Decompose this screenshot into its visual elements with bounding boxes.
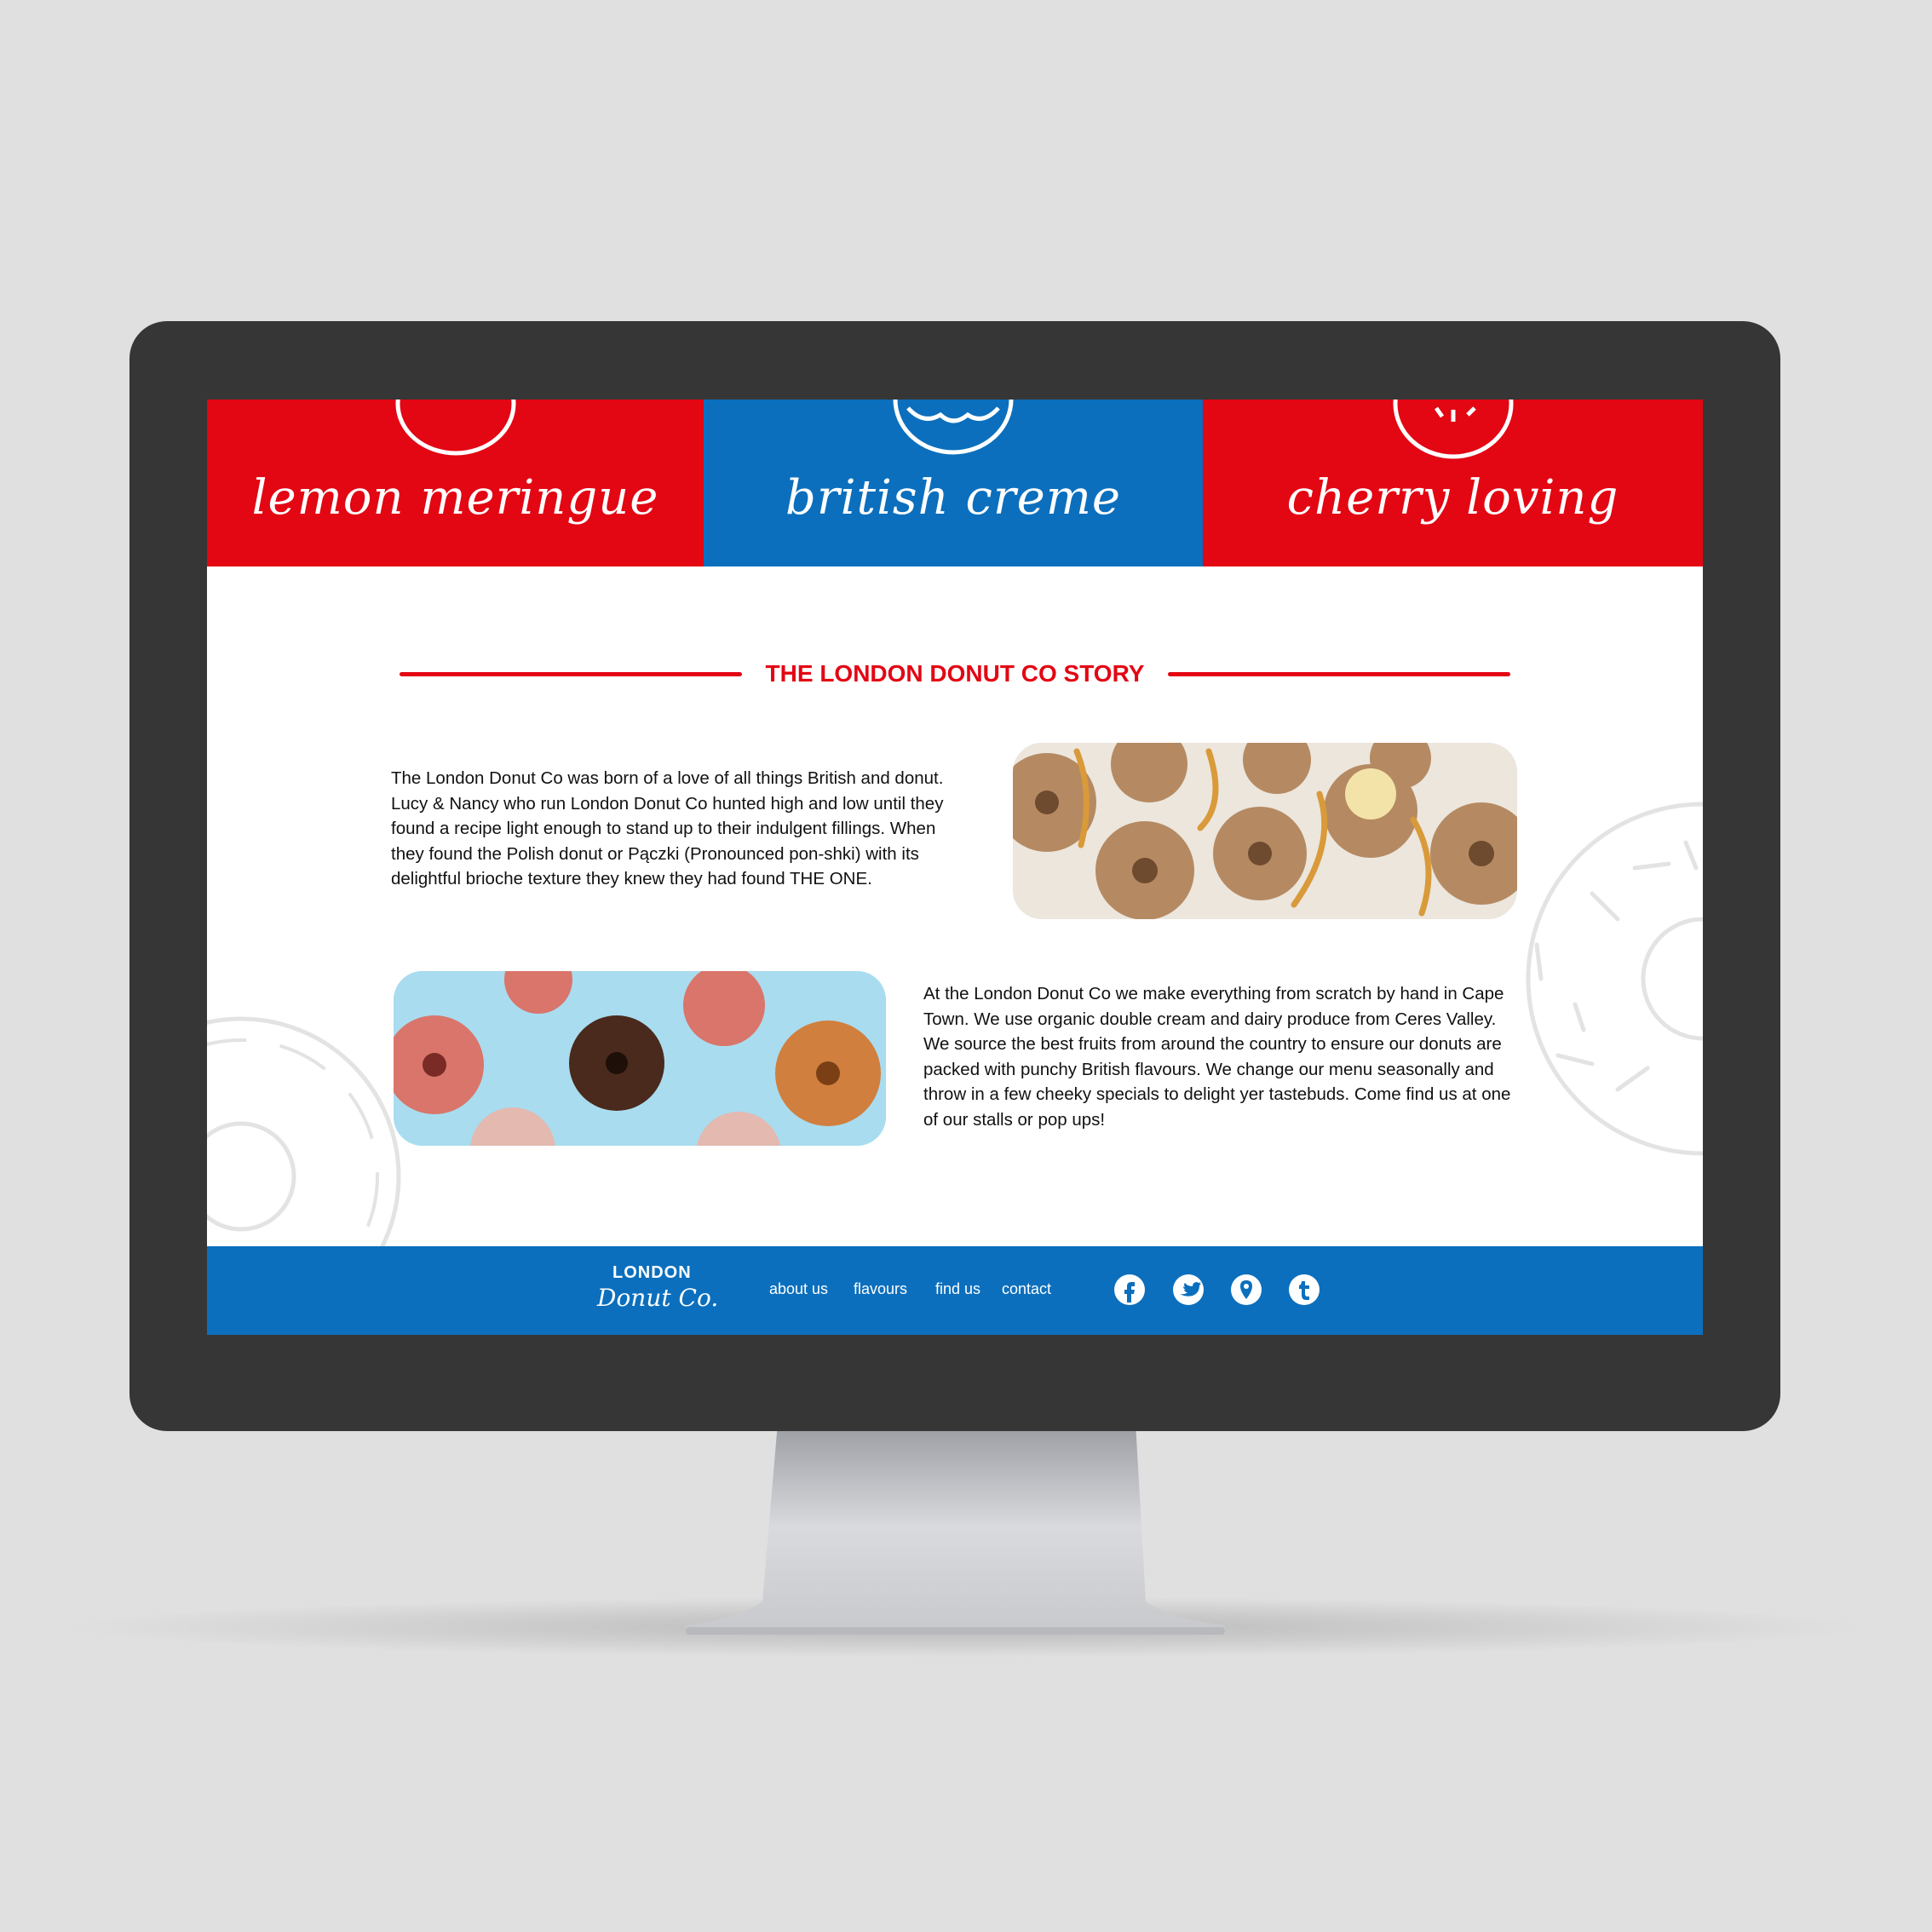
heading-rule-left [400,671,742,676]
flavour-tile-british-creme[interactable]: british creme [704,400,1203,566]
footer-nav-contact[interactable]: contact [1002,1280,1051,1298]
flavour-tiles: lemon meringue british creme cherry lovi… [207,400,1703,566]
flavour-label: british creme [785,470,1122,526]
twitter-icon[interactable] [1173,1274,1204,1305]
footer-nav-flavours[interactable]: flavours [854,1280,907,1298]
footer-nav-about-us[interactable]: about us [769,1280,828,1298]
flavour-tile-lemon-meringue[interactable]: lemon meringue [207,400,704,566]
donut-icon [893,400,1014,455]
caramel-donuts-image [1013,743,1517,919]
background-donut-left-icon [207,1016,401,1253]
glazed-donuts-photo [394,971,886,1146]
heading-rule-right [1168,671,1510,676]
website-screen: lemon meringue british creme cherry lovi… [207,400,1703,1335]
location-pin-icon[interactable] [1231,1274,1262,1305]
story-paragraph-2: At the London Donut Co we make everythin… [923,984,1511,1130]
story-heading: THE LONDON DONUT CO STORY [400,657,1510,691]
donut-icon [395,400,515,456]
facebook-icon[interactable] [1114,1274,1145,1305]
caramel-donuts-photo [1013,743,1517,919]
footer-logo-text-bottom[interactable]: Donut Co. [597,1284,718,1312]
flavour-label: cherry loving [1286,470,1619,526]
flavour-tile-cherry-loving[interactable]: cherry loving [1203,400,1703,566]
story-title: THE LONDON DONUT CO STORY [765,660,1145,687]
background-donut-right-icon [1526,802,1703,1156]
story-paragraph-1: The London Donut Co was born of a love o… [391,768,944,888]
tumblr-icon[interactable] [1289,1274,1320,1305]
footer-nav-find-us[interactable]: find us [935,1280,980,1298]
site-footer: LONDON Donut Co. about us flavours find … [207,1246,1703,1335]
glazed-donuts-image [394,971,886,1146]
flavour-label: lemon meringue [251,470,659,526]
donut-icon [1393,400,1513,459]
footer-logo-text-top[interactable]: LONDON [612,1263,692,1283]
